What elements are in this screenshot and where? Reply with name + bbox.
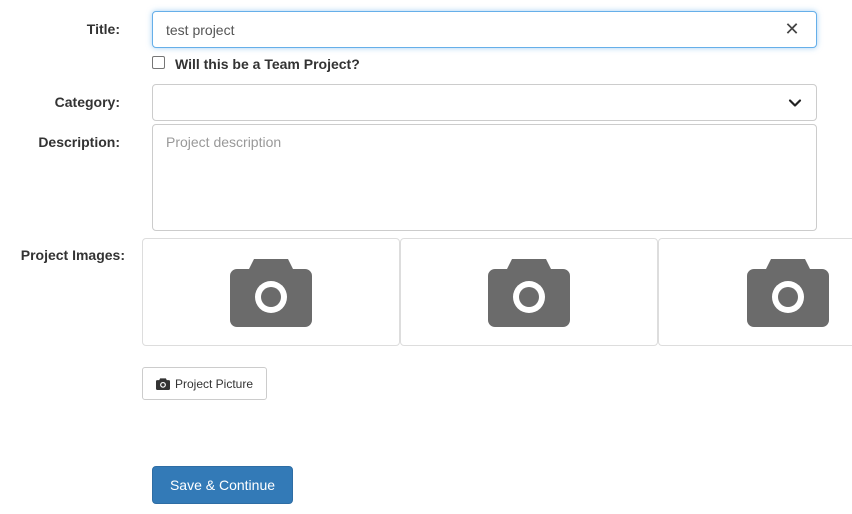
project-images-label: Project Images: <box>20 247 125 263</box>
category-select[interactable] <box>152 84 817 121</box>
category-label: Category: <box>54 94 120 110</box>
camera-icon <box>488 259 570 327</box>
clear-title-button[interactable]: ✕ <box>778 15 806 43</box>
chevron-down-icon <box>788 99 802 107</box>
project-picture-button[interactable]: Project Picture <box>142 367 267 400</box>
team-project-label[interactable]: Will this be a Team Project? <box>175 56 360 72</box>
project-image-slot-3[interactable] <box>658 238 852 346</box>
close-icon: ✕ <box>784 18 800 40</box>
description-label: Description: <box>38 134 120 150</box>
project-image-slot-1[interactable] <box>142 238 400 346</box>
title-input[interactable] <box>152 11 817 48</box>
camera-icon <box>747 259 829 327</box>
camera-icon <box>155 377 170 390</box>
project-image-slot-2[interactable] <box>400 238 658 346</box>
save-continue-button[interactable]: Save & Continue <box>152 466 293 504</box>
title-label: Title: <box>86 21 120 37</box>
team-project-checkbox[interactable] <box>152 56 165 69</box>
project-picture-label: Project Picture <box>174 376 254 391</box>
camera-icon <box>230 259 312 327</box>
description-textarea[interactable] <box>152 124 817 231</box>
save-continue-label: Save & Continue <box>169 477 276 493</box>
